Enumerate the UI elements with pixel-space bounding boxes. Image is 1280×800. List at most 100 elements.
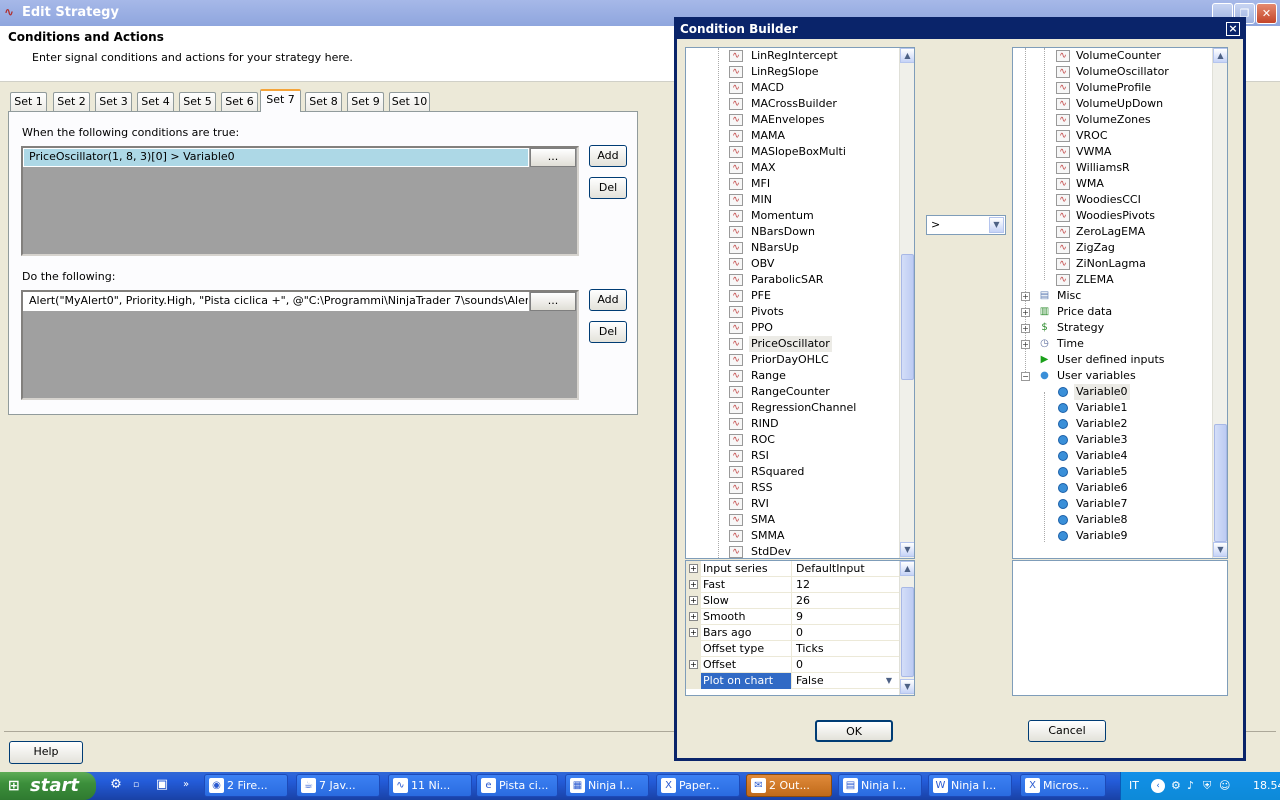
list-item[interactable]: ∿ RSI: [686, 448, 898, 464]
tab-set-5[interactable]: Set 5: [179, 92, 216, 111]
quicklaunch-folder-icon[interactable]: ▫: [128, 777, 144, 793]
list-item[interactable]: ∿ VolumeOscillator: [1013, 64, 1211, 80]
list-item[interactable]: ∿ ZiNonLagma: [1013, 256, 1211, 272]
list-item[interactable]: ∿ MAX: [686, 160, 898, 176]
tray-security-icon[interactable]: ⛨: [1203, 772, 1211, 800]
scroll-thumb[interactable]: [1214, 424, 1227, 542]
list-item[interactable]: ∿ WoodiesPivots: [1013, 208, 1211, 224]
list-item[interactable]: ∿ ParabolicSAR: [686, 272, 898, 288]
quicklaunch-desktop-icon[interactable]: ▣: [154, 777, 170, 793]
tab-set-2[interactable]: Set 2: [53, 92, 90, 111]
list-item[interactable]: ∿ Range: [686, 368, 898, 384]
scroll-down-icon[interactable]: ▼: [900, 542, 914, 557]
list-item[interactable]: ∿ Momentum: [686, 208, 898, 224]
list-item[interactable]: Variable6: [1013, 480, 1211, 496]
operator-select[interactable]: > ▼: [926, 215, 1006, 235]
tree-node[interactable]: + ▥ Price data: [1013, 304, 1211, 320]
taskbar-button[interactable]: X Micros...: [1020, 774, 1106, 797]
scroll-down-icon[interactable]: ▼: [1213, 542, 1227, 557]
list-item[interactable]: ∿ MIN: [686, 192, 898, 208]
list-item[interactable]: ∿ RSS: [686, 480, 898, 496]
condition-row[interactable]: PriceOscillator(1, 8, 3)[0] > Variable0: [23, 148, 529, 167]
list-item[interactable]: ∿ SMMA: [686, 528, 898, 544]
taskbar-button[interactable]: ☕ 7 Jav...: [296, 774, 380, 797]
chevron-down-icon[interactable]: ▼: [989, 217, 1004, 233]
quicklaunch-ie-icon[interactable]: ⚙: [108, 777, 124, 793]
ok-button[interactable]: OK: [815, 720, 893, 742]
tree-node[interactable]: + ◷ Time: [1013, 336, 1211, 352]
conditions-list[interactable]: PriceOscillator(1, 8, 3)[0] > Variable0 …: [21, 146, 579, 256]
edit-action-button[interactable]: ...: [530, 292, 576, 311]
list-item[interactable]: ∿ MFI: [686, 176, 898, 192]
right-tree-scrollbar[interactable]: ▲ ▼: [1212, 48, 1227, 558]
scroll-up-icon[interactable]: ▲: [1213, 48, 1227, 63]
edit-condition-button[interactable]: ...: [530, 148, 576, 167]
list-item[interactable]: Variable9: [1013, 528, 1211, 544]
list-item[interactable]: ∿ WoodiesCCI: [1013, 192, 1211, 208]
taskbar-button[interactable]: ◉ 2 Fire...: [204, 774, 288, 797]
property-value[interactable]: 9: [793, 609, 899, 625]
list-item[interactable]: ∿ ZeroLagEMA: [1013, 224, 1211, 240]
taskbar-button[interactable]: e Pista ci...: [476, 774, 558, 797]
list-item[interactable]: Variable7: [1013, 496, 1211, 512]
property-scrollbar[interactable]: ▲ ▼: [899, 561, 914, 695]
list-item[interactable]: ∿ MACrossBuilder: [686, 96, 898, 112]
scroll-thumb[interactable]: [901, 254, 914, 380]
list-item[interactable]: ∿ SMA: [686, 512, 898, 528]
chevron-down-icon[interactable]: ▼: [882, 675, 896, 687]
expand-icon[interactable]: +: [689, 564, 698, 573]
list-item[interactable]: ∿ LinRegSlope: [686, 64, 898, 80]
list-item[interactable]: ∿ ZigZag: [1013, 240, 1211, 256]
tray-network-icon[interactable]: ⚙: [1171, 772, 1181, 800]
list-item[interactable]: ∿ LinRegIntercept: [686, 48, 898, 64]
list-item[interactable]: ∿ ROC: [686, 432, 898, 448]
property-row[interactable]: Offset type Ticks: [686, 641, 899, 657]
tab-set-6[interactable]: Set 6: [221, 92, 258, 111]
property-value[interactable]: 12: [793, 577, 899, 593]
list-item[interactable]: ∿ RangeCounter: [686, 384, 898, 400]
tab-set-4[interactable]: Set 4: [137, 92, 174, 111]
list-item[interactable]: ∿ MAMA: [686, 128, 898, 144]
list-item[interactable]: ∿ MASlopeBoxMulti: [686, 144, 898, 160]
expand-icon[interactable]: +: [689, 580, 698, 589]
property-value[interactable]: 26: [793, 593, 899, 609]
list-item[interactable]: ∿ VolumeProfile: [1013, 80, 1211, 96]
list-item[interactable]: Variable2: [1013, 416, 1211, 432]
cancel-button[interactable]: Cancel: [1028, 720, 1106, 742]
list-item[interactable]: Variable8: [1013, 512, 1211, 528]
tab-set-1[interactable]: Set 1: [10, 92, 47, 111]
property-value[interactable]: Ticks: [793, 641, 899, 657]
property-row[interactable]: + Offset 0: [686, 657, 899, 673]
left-indicator-tree[interactable]: ∿ LinRegIntercept ∿ LinRegSlope ∿ MACD ∿ MACros…: [685, 47, 915, 559]
tree-node[interactable]: − ● User variables: [1013, 368, 1211, 384]
actions-list[interactable]: Alert("MyAlert0", Priority.High, "Pista …: [21, 290, 579, 400]
list-item[interactable]: Variable1: [1013, 400, 1211, 416]
dialog-title-bar[interactable]: Condition Builder ×: [677, 20, 1243, 39]
property-grid[interactable]: + Input series DefaultInput + Fast 12 + Slow 26 +…: [685, 560, 915, 696]
list-item[interactable]: ∿ PriceOscillator: [686, 336, 898, 352]
expand-icon[interactable]: +: [1021, 292, 1030, 301]
property-value[interactable]: 0: [793, 625, 899, 641]
list-item[interactable]: ∿ RVI: [686, 496, 898, 512]
language-indicator[interactable]: IT: [1129, 772, 1139, 800]
tree-node[interactable]: ▶ User defined inputs: [1013, 352, 1211, 368]
list-item[interactable]: Variable3: [1013, 432, 1211, 448]
add-action-button[interactable]: Add: [589, 289, 627, 311]
property-value[interactable]: DefaultInput: [793, 561, 899, 577]
property-row[interactable]: + Slow 26: [686, 593, 899, 609]
add-condition-button[interactable]: Add: [589, 145, 627, 167]
list-item[interactable]: ∿ RegressionChannel: [686, 400, 898, 416]
list-item[interactable]: ∿ OBV: [686, 256, 898, 272]
tab-set-3[interactable]: Set 3: [95, 92, 132, 111]
list-item[interactable]: ∿ VolumeUpDown: [1013, 96, 1211, 112]
list-item[interactable]: ∿ Pivots: [686, 304, 898, 320]
scroll-up-icon[interactable]: ▲: [900, 561, 914, 576]
list-item[interactable]: ∿ VolumeCounter: [1013, 48, 1211, 64]
expand-icon[interactable]: +: [689, 596, 698, 605]
list-item[interactable]: ∿ StdDev: [686, 544, 898, 558]
close-icon[interactable]: ×: [1226, 22, 1240, 36]
expand-icon[interactable]: +: [1021, 324, 1030, 333]
close-icon[interactable]: ✕: [1256, 3, 1277, 24]
list-item[interactable]: ∿ VROC: [1013, 128, 1211, 144]
del-action-button[interactable]: Del: [589, 321, 627, 343]
